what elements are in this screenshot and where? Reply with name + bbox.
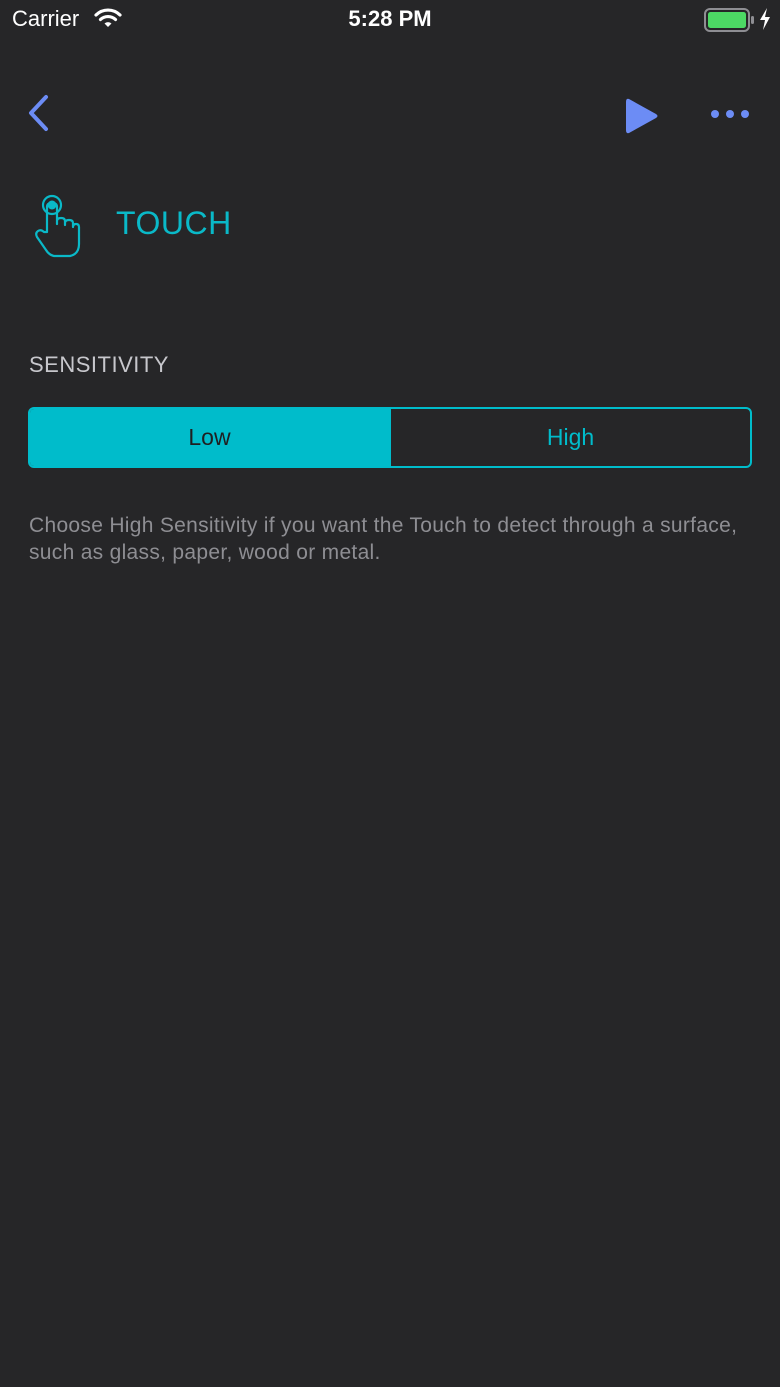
status-bar: Carrier 5:28 PM <box>0 0 780 40</box>
page-title: TOUCH <box>116 205 232 241</box>
play-icon <box>626 98 658 134</box>
battery-icon <box>704 8 754 32</box>
play-button[interactable] <box>620 94 664 138</box>
chevron-left-icon <box>29 95 48 131</box>
back-button[interactable] <box>22 92 58 136</box>
charging-bolt-icon <box>760 8 770 30</box>
sensitivity-label: SENSITIVITY <box>29 352 169 377</box>
sensitivity-description: Choose High Sensitivity if you want the … <box>29 514 738 564</box>
segment-high[interactable]: High <box>389 409 750 466</box>
segment-low[interactable]: Low <box>30 409 389 466</box>
ellipsis-icon <box>711 110 749 118</box>
status-time: 5:28 PM <box>348 6 432 31</box>
sensitivity-segmented-control: Low High <box>28 407 752 468</box>
touch-hand-icon <box>35 194 81 258</box>
more-button[interactable] <box>704 100 758 128</box>
